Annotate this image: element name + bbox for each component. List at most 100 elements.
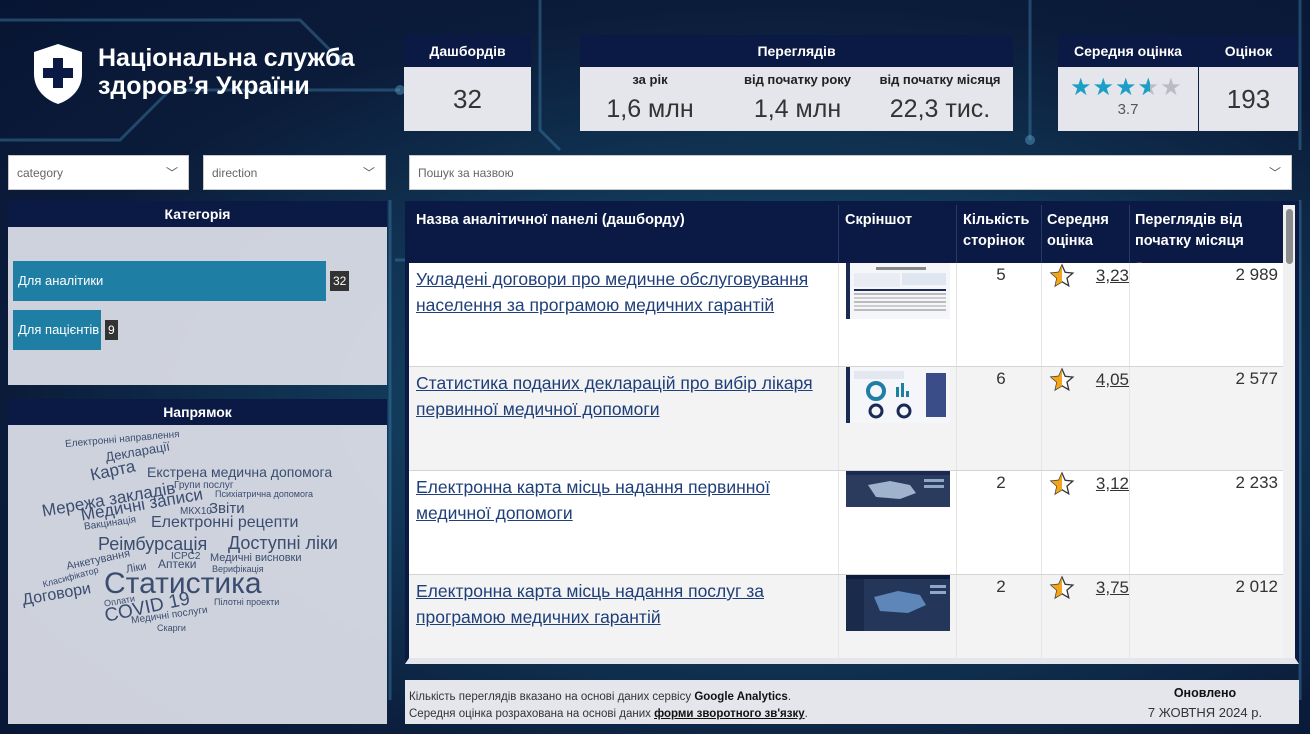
kpi-views-label: Переглядів	[580, 35, 1013, 67]
updated-info: Оновлено 7 ЖОВТНЯ 2024 р.	[1125, 684, 1285, 722]
table-header: Назва аналітичної панелі (дашборду) Скрі…	[409, 205, 1287, 270]
dashboard-name-link[interactable]: Статистика поданих декларацій про вибір …	[416, 370, 831, 422]
pages-count: 2	[996, 473, 1006, 492]
rating-link[interactable]: 3,75	[1091, 578, 1129, 598]
table-row: Електронна карта місць надання послуг за…	[409, 575, 1287, 658]
dashboard-screenshot-thumbnail[interactable]	[846, 575, 950, 631]
table-row: Статистика поданих декларацій про вибір …	[409, 367, 1287, 471]
category-panel-title: Категорія	[8, 201, 387, 227]
dashboard-screenshot-thumbnail[interactable]	[846, 471, 950, 527]
column-divider	[1041, 205, 1042, 263]
word-cloud-item[interactable]: Пілотні проекти	[214, 598, 279, 607]
kpi-views-mtd: від початку місяця 22,3 тис.	[872, 67, 1008, 124]
org-name: Національна служба здоров’я України	[98, 44, 388, 100]
category-filter-dropdown[interactable]: category ﹀	[8, 155, 189, 190]
category-bar-chart: Для аналітики 32 Для пацієнтів 9	[8, 227, 387, 385]
category-bar-patients[interactable]: Для пацієнтів	[13, 310, 101, 350]
views-count: 2 012	[1235, 577, 1278, 596]
footer-notes: Кількість переглядів вказано на основі д…	[405, 680, 1299, 724]
kpi-avg-rating-panel: ★★★★★ 3.7	[1058, 67, 1198, 131]
kpi-views-ytd-label: від початку року	[743, 72, 852, 87]
footer-line2-text: Середня оцінка розрахована на основі дан…	[409, 708, 655, 720]
column-divider	[838, 205, 839, 263]
word-cloud-item[interactable]: Договори	[21, 580, 92, 609]
word-cloud-item[interactable]: Карта	[89, 456, 137, 484]
col-header-screenshot[interactable]: Скріншот	[845, 210, 912, 231]
kpi-views-ytd: від початку року 1,4 млн	[730, 67, 865, 124]
col-header-pages[interactable]: Кількість сторінок	[963, 210, 1029, 252]
rating-link[interactable]: 3,12	[1091, 474, 1129, 494]
footer-line1-text: Кількість переглядів вказано на основі д…	[409, 691, 695, 703]
col-header-rating[interactable]: Середня оцінка	[1047, 210, 1109, 252]
pages-count: 5	[996, 265, 1006, 284]
footer-line2-suffix: .	[804, 708, 808, 720]
column-divider	[1129, 263, 1130, 366]
col-header-pages-line1: Кількість	[963, 212, 1030, 228]
column-divider	[838, 471, 839, 574]
col-header-rating-line2: оцінка	[1047, 233, 1093, 249]
column-divider	[956, 575, 957, 658]
dashboard-screenshot-thumbnail[interactable]	[846, 367, 950, 423]
column-divider	[838, 263, 839, 366]
dashboard-screenshot-thumbnail[interactable]	[846, 263, 950, 319]
kpi-views-panel: за рік 1,6 млн від початку року 1,4 млн …	[580, 67, 1013, 131]
kpi-avg-rating-value: 3.7	[1117, 101, 1139, 118]
rating-star-icon	[1049, 367, 1075, 397]
views-count: 2 577	[1235, 369, 1278, 388]
org-name-line2: здоров’я України	[98, 72, 310, 100]
kpi-ratings-count-label: Оцінок	[1199, 35, 1298, 67]
dashboard-name-link[interactable]: Укладені договори про медичне обслуговув…	[416, 266, 831, 318]
col-header-views[interactable]: Переглядів від початку місяця ▼	[1135, 210, 1244, 270]
word-cloud-item[interactable]: Скарги	[157, 624, 186, 633]
pages-count: 2	[996, 577, 1006, 596]
direction-word-cloud: Електронні направлення Декларації Карта …	[8, 425, 387, 724]
category-bar-value: 9	[105, 320, 118, 340]
kpi-views-year-label: за рік	[632, 72, 668, 87]
pages-count: 6	[996, 369, 1006, 388]
star-rating-icon: ★★★★ ★	[1070, 76, 1183, 101]
category-bar-analytics[interactable]: Для аналітики	[13, 261, 326, 301]
category-bar-label: Для аналітики	[18, 273, 104, 288]
word-cloud-item[interactable]: Психіатрична допомога	[215, 490, 313, 499]
column-divider	[1129, 367, 1130, 470]
rating-link[interactable]: 4,05	[1091, 370, 1129, 390]
col-header-views-line1: Переглядів від	[1135, 212, 1243, 228]
column-divider	[1041, 575, 1042, 658]
dashboard-name-link[interactable]: Електронна карта місць надання первинної…	[416, 474, 831, 526]
column-divider	[956, 263, 957, 366]
column-divider	[838, 575, 839, 658]
word-cloud-item[interactable]: Екстрена медична допомога	[147, 465, 332, 479]
column-divider	[838, 367, 839, 470]
column-divider	[956, 205, 957, 263]
direction-panel-title: Напрямок	[8, 399, 387, 425]
search-placeholder: Пошук за назвою	[418, 166, 514, 180]
column-divider	[956, 367, 957, 470]
category-bar-label: Для пацієнтів	[18, 322, 100, 337]
col-header-name[interactable]: Назва аналітичної панелі (дашборду)	[416, 210, 685, 231]
kpi-dashboards-value: 32	[404, 67, 531, 131]
kpi-views-mtd-label: від початку місяця	[879, 72, 1001, 87]
rating-link[interactable]: 3,23	[1091, 266, 1129, 286]
word-cloud-item[interactable]: Доступні ліки	[228, 534, 338, 552]
direction-filter-dropdown[interactable]: direction ﹀	[203, 155, 386, 190]
col-header-rating-line1: Середня	[1047, 212, 1109, 228]
footer-line-2: Середня оцінка розрахована на основі дан…	[409, 706, 808, 723]
chevron-down-icon: ﹀	[165, 166, 178, 180]
column-divider	[1129, 205, 1130, 263]
feedback-form-link[interactable]: форми зворотного зв'язку	[654, 708, 805, 720]
scrollbar-thumb[interactable]	[1286, 209, 1293, 264]
col-header-views-line2: початку місяця	[1135, 233, 1244, 249]
kpi-views-year: за рік 1,6 млн	[580, 67, 720, 124]
dashboard-name-link[interactable]: Електронна карта місць надання послуг за…	[416, 578, 831, 630]
word-cloud-item[interactable]: Медичні висновки	[210, 553, 302, 564]
kpi-dashboards-label: Дашбордів	[404, 35, 531, 67]
word-cloud-item[interactable]: Електронні рецепти	[151, 515, 299, 531]
category-filter-placeholder: category	[17, 166, 64, 180]
table-row: Укладені договори про медичне обслуговув…	[409, 263, 1287, 367]
chevron-down-icon: ﹀	[1268, 166, 1281, 180]
rating-star-icon	[1049, 575, 1075, 605]
google-analytics-label: Google Analytics	[694, 691, 788, 703]
search-by-name-dropdown[interactable]: Пошук за назвою ﹀	[409, 155, 1292, 190]
table-scrollbar[interactable]	[1283, 205, 1295, 658]
column-divider	[1129, 471, 1130, 574]
